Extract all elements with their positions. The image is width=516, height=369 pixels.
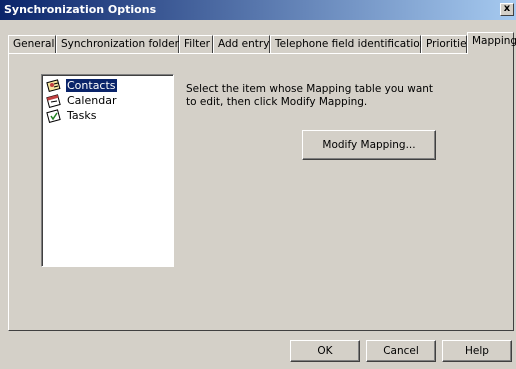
tab-add-entry[interactable]: Add entry xyxy=(213,35,270,53)
modify-mapping-button[interactable]: Modify Mapping... xyxy=(302,130,436,160)
window-title: Synchronization Options xyxy=(4,3,157,16)
instruction-text: Select the item whose Mapping table you … xyxy=(186,83,434,108)
ok-button[interactable]: OK xyxy=(290,340,360,362)
tab-telephone-field-identification[interactable]: Telephone field identification xyxy=(270,35,426,53)
tab-general[interactable]: General xyxy=(8,35,56,53)
tab-priorities[interactable]: Priorities xyxy=(421,35,472,53)
calendar-icon xyxy=(46,94,62,108)
tab-filter[interactable]: Filter xyxy=(179,35,213,53)
sync-item-list[interactable]: Contacts Calendar Tasks xyxy=(41,74,174,267)
cancel-button[interactable]: Cancel xyxy=(366,340,436,362)
close-button[interactable]: x xyxy=(500,3,514,16)
list-item-label: Calendar xyxy=(67,94,117,107)
tasks-icon xyxy=(46,109,62,123)
tab-strip: General Synchronization folder Filter Ad… xyxy=(8,32,516,54)
list-item-label: Contacts xyxy=(65,78,118,93)
contacts-icon xyxy=(46,79,62,93)
title-bar: Synchronization Options x xyxy=(0,0,516,20)
tab-mapping[interactable]: Mapping xyxy=(467,32,516,54)
mapping-panel: Contacts Calendar Tasks Select the item … xyxy=(8,53,514,331)
help-button[interactable]: Help xyxy=(442,340,512,362)
tab-synchronization-folder[interactable]: Synchronization folder xyxy=(56,35,179,53)
list-item-label: Tasks xyxy=(67,109,97,122)
